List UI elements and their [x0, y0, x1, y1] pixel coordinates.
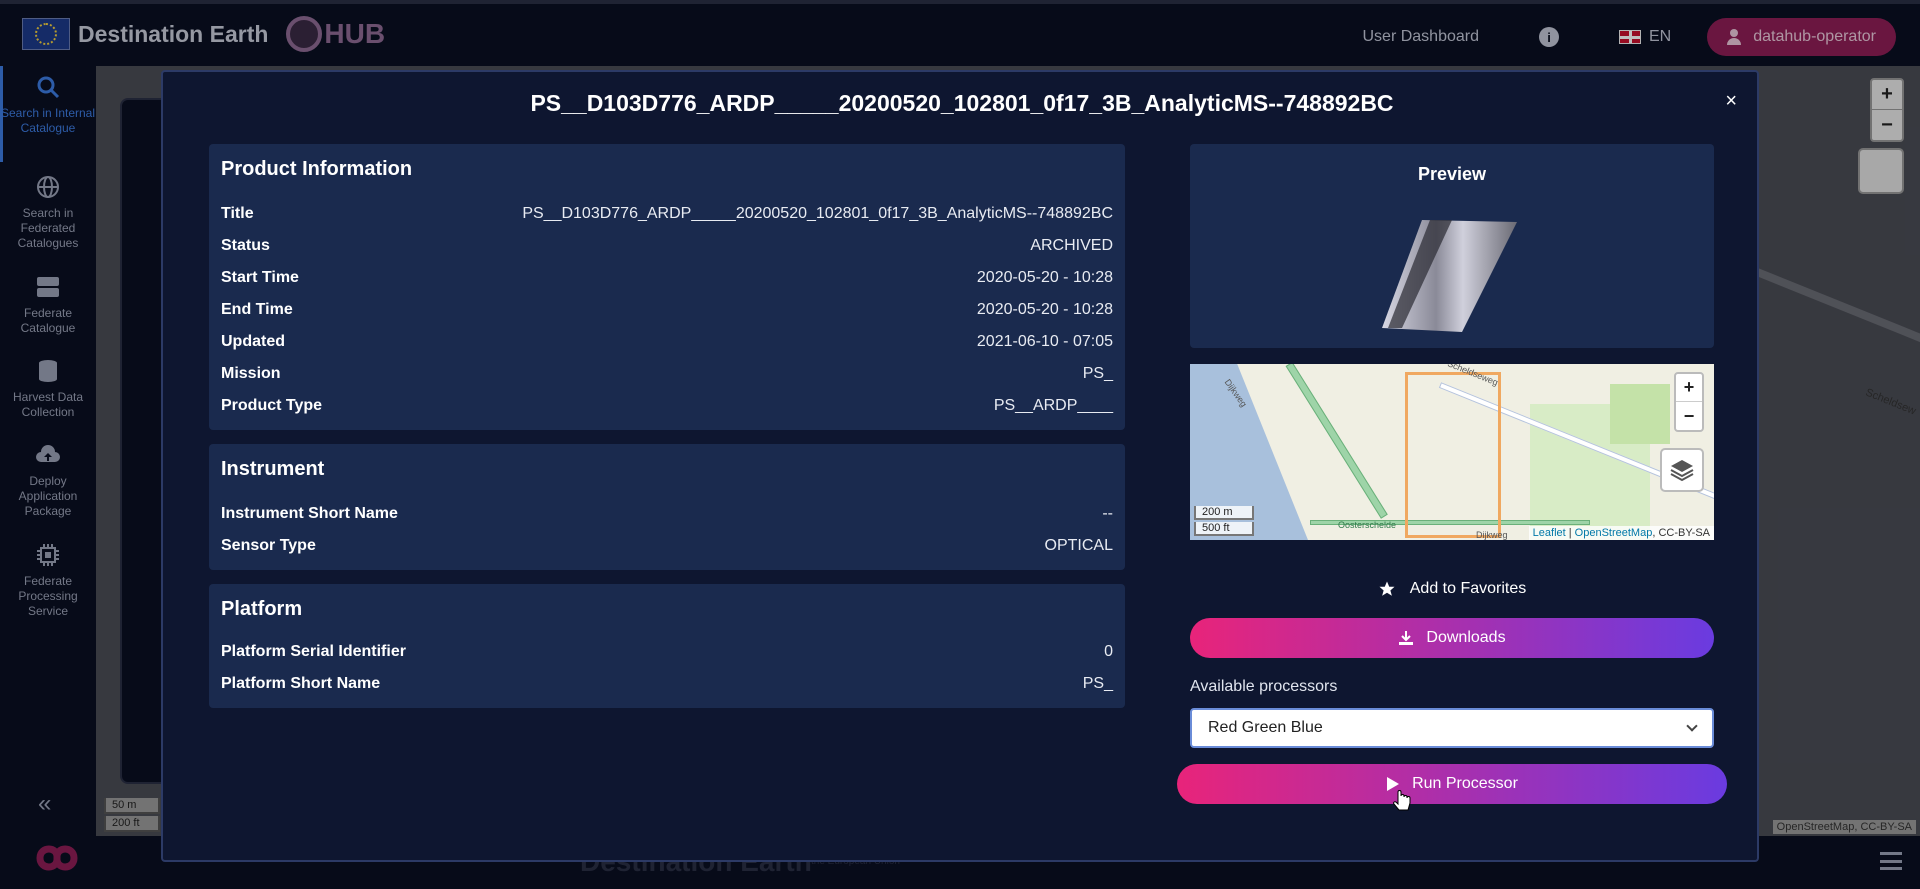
info-key: Updated: [221, 333, 285, 350]
mini-map-attribution: Leaflet | OpenStreetMap, CC-BY-SA: [1528, 526, 1714, 540]
info-value: 2021-06-10 - 07:05: [976, 333, 1113, 350]
star-icon: [1379, 581, 1395, 596]
info-value: PS__D103D776_ARDP_____20200520_102801_0f…: [522, 205, 1113, 222]
info-row: Sensor Type OPTICAL: [221, 530, 1113, 562]
modal-title: PS__D103D776_ARDP_____20200520_102801_0f…: [530, 90, 1394, 116]
info-key: Product Type: [221, 397, 323, 414]
map-street-label: Oosterschelde: [1338, 520, 1397, 530]
run-processor-label: Run Processor: [1412, 775, 1518, 792]
preview-heading: Preview: [1417, 164, 1487, 184]
osm-link[interactable]: OpenStreetMap: [1575, 527, 1653, 539]
run-processor-button[interactable]: Run Processor: [1177, 764, 1727, 804]
info-row: Product Type PS__ARDP____: [221, 390, 1113, 422]
info-key: Platform Serial Identifier: [221, 643, 406, 660]
info-row: Status ARCHIVED: [221, 230, 1113, 262]
info-row: Instrument Short Name --: [221, 498, 1113, 530]
attribution-separator: |: [1565, 527, 1575, 539]
scale-meters: 200 m: [1194, 506, 1254, 520]
map-street-label: Dijkweg: [1476, 530, 1508, 540]
preview-thumbnail[interactable]: [1382, 210, 1532, 336]
info-key: Mission: [221, 365, 281, 382]
mini-map-zoom-out-button[interactable]: −: [1676, 402, 1702, 430]
info-value: 2020-05-20 - 10:28: [976, 269, 1113, 286]
product-information-card: Product Information Title PS__D103D776_AR…: [209, 144, 1125, 430]
info-row: Mission PS_: [221, 358, 1113, 390]
info-key: Start Time: [221, 269, 299, 286]
footprint-map[interactable]: Scheldseweg Dijkweg Oosterschelde Dijkwe…: [1190, 364, 1714, 540]
info-value: PS_: [1082, 675, 1113, 692]
attribution-license: , CC-BY-SA: [1652, 527, 1710, 539]
downloads-button[interactable]: Downloads: [1190, 618, 1714, 658]
info-row: Platform Short Name PS_: [221, 668, 1113, 700]
info-key: Title: [221, 205, 254, 222]
info-key: Status: [221, 237, 270, 254]
preview-card: Preview: [1190, 144, 1714, 348]
info-key: Platform Short Name: [221, 675, 381, 692]
map-field: [1610, 384, 1670, 444]
instrument-card: Instrument Instrument Short Name -- Senso…: [209, 444, 1125, 570]
info-value: 2020-05-20 - 10:28: [976, 301, 1113, 318]
card-heading: Instrument: [221, 458, 325, 480]
info-row: Updated 2021-06-10 - 07:05: [221, 326, 1113, 358]
mini-map-scale: 200 m 500 ft: [1194, 504, 1254, 536]
info-value: PS_: [1082, 365, 1113, 382]
processor-select[interactable]: Red Green Blue: [1190, 708, 1714, 748]
processors-label: Available processors: [1190, 678, 1338, 695]
mini-map-zoom-control: + −: [1674, 372, 1704, 432]
favorites-label: Add to Favorites: [1409, 580, 1527, 597]
processor-selected-value: Red Green Blue: [1208, 719, 1323, 736]
info-row: Title PS__D103D776_ARDP_____20200520_1028…: [221, 198, 1113, 230]
add-to-favorites-button[interactable]: Add to Favorites: [1190, 580, 1714, 598]
downloads-label: Downloads: [1426, 629, 1506, 646]
map-road: [1285, 364, 1388, 519]
scale-feet: 500 ft: [1194, 522, 1254, 536]
info-row: End Time 2020-05-20 - 10:28: [221, 294, 1113, 326]
product-details-modal: PS__D103D776_ARDP_____20200520_102801_0f…: [161, 70, 1759, 862]
info-value: OPTICAL: [1044, 537, 1113, 554]
info-key: End Time: [221, 301, 293, 318]
info-row: Platform Serial Identifier 0: [221, 636, 1113, 668]
mini-map-zoom-in-button[interactable]: +: [1676, 374, 1702, 402]
platform-card: Platform Platform Serial Identifier 0 Pla…: [209, 584, 1125, 708]
info-value: PS__ARDP____: [993, 397, 1113, 414]
info-row: Start Time 2020-05-20 - 10:28: [221, 262, 1113, 294]
close-icon[interactable]: ×: [1725, 90, 1737, 113]
info-value: --: [1102, 505, 1113, 522]
chevron-down-icon: [1686, 720, 1698, 732]
card-heading: Platform: [221, 598, 303, 620]
hand-cursor-icon: [1393, 790, 1411, 811]
product-footprint: [1405, 372, 1501, 538]
layers-icon[interactable]: [1660, 448, 1704, 492]
info-value: ARCHIVED: [1030, 237, 1113, 254]
info-key: Instrument Short Name: [221, 505, 398, 522]
card-heading: Product Information: [221, 158, 413, 180]
info-key: Sensor Type: [221, 537, 316, 554]
leaflet-link[interactable]: Leaflet: [1533, 527, 1566, 539]
download-icon: [1399, 631, 1414, 645]
info-value: 0: [1104, 643, 1113, 660]
